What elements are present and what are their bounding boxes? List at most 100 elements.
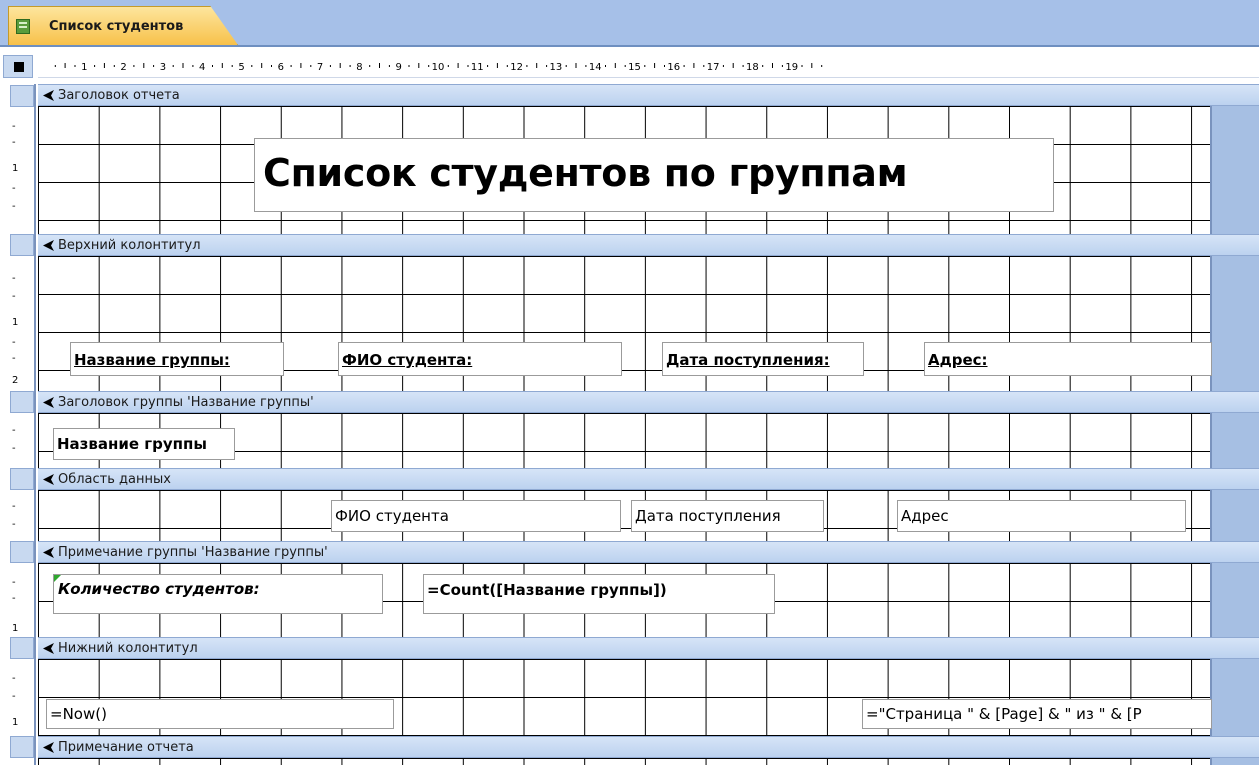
- group-name-field[interactable]: Название группы: [53, 428, 235, 460]
- select-report-button[interactable]: [3, 55, 33, 78]
- section-label: Заголовок группы 'Название группы': [58, 395, 314, 410]
- now-expression[interactable]: =Now(): [46, 699, 394, 729]
- ruler-tick: [772, 63, 773, 68]
- ruler-number: 16: [667, 62, 680, 73]
- vruler-mark: 1: [12, 317, 19, 328]
- vertical-ruler: - - 1 - - - - 1 - - 2 - - - - - - 1 - - …: [0, 84, 36, 765]
- ruler-number: 18: [746, 62, 759, 73]
- page-number-expression[interactable]: ="Страница " & [Page] & " из " & [Р: [862, 699, 1212, 729]
- section-selector-group-header[interactable]: [10, 391, 34, 413]
- vruler-mark: 2: [12, 375, 19, 386]
- ruler-tick: [379, 63, 380, 68]
- ruler-number: 1: [81, 62, 87, 73]
- ruler-tick: [113, 65, 115, 67]
- ruler-tick: [762, 65, 764, 67]
- ruler-tick: [821, 65, 823, 67]
- section-bar-detail[interactable]: Область данных: [38, 468, 1259, 490]
- ruler-tick: [506, 65, 508, 67]
- ruler-number: 7: [317, 62, 323, 73]
- document-tab-bar: Список студентов: [0, 0, 1259, 47]
- section-selector-detail[interactable]: [10, 468, 34, 490]
- section-arrow-icon: [43, 742, 54, 753]
- document-tab-label: Список студентов: [49, 19, 184, 34]
- section-selector-report-header[interactable]: [10, 85, 34, 107]
- ruler-tick: [300, 63, 302, 68]
- ruler-tick: [546, 65, 548, 67]
- ruler-tick: [349, 65, 351, 67]
- ruler-tick: [624, 65, 626, 67]
- select-report-icon: [14, 62, 24, 72]
- ruler-number: 8: [356, 62, 362, 73]
- ruler-tick: [732, 63, 734, 68]
- section-selector-page-footer[interactable]: [10, 637, 34, 659]
- ruler-tick: [614, 63, 616, 68]
- label-student-name[interactable]: ФИО студента:: [338, 342, 622, 376]
- ruler-tick: [693, 63, 695, 68]
- ruler-tick: [447, 65, 449, 67]
- ruler-number: 12: [510, 62, 523, 73]
- student-count-label[interactable]: Количество студентов:: [53, 574, 383, 614]
- student-name-field[interactable]: ФИО студента: [331, 500, 621, 532]
- ruler-tick: [271, 65, 272, 67]
- ruler-tick: [781, 65, 783, 67]
- ruler-tick: [811, 63, 813, 68]
- section-selector-group-footer[interactable]: [10, 541, 34, 563]
- label-address[interactable]: Адрес:: [924, 342, 1212, 376]
- ruler-tick: [526, 65, 528, 67]
- ruler-tick: [192, 65, 194, 67]
- section-bar-page-footer[interactable]: Нижний колонтитул: [38, 637, 1259, 659]
- ruler-row: 1 2 3 4 5 6 7 8 9 10 11 12 13 14 15 16 17 18 19: [0, 55, 1259, 78]
- section-label: Примечание отчета: [58, 740, 194, 755]
- ruler-tick: [664, 65, 665, 67]
- ruler-tick: [605, 65, 606, 67]
- section-selector-page-header[interactable]: [10, 234, 34, 256]
- report-title[interactable]: Список студентов по группам: [254, 138, 1054, 212]
- section-arrow-icon: [43, 547, 54, 558]
- label-group-name[interactable]: Название группы:: [70, 342, 284, 376]
- ruler-tick: [231, 65, 233, 67]
- section-selector-report-footer[interactable]: [10, 736, 34, 758]
- ruler-tick: [575, 63, 577, 68]
- section-bar-group-header[interactable]: Заголовок группы 'Название группы': [38, 391, 1259, 413]
- section-label: Область данных: [58, 472, 171, 487]
- ruler-number: 15: [628, 62, 641, 73]
- admission-date-field[interactable]: Дата поступления: [631, 500, 824, 532]
- ruler-number: 3: [160, 62, 166, 73]
- ruler-tick: [428, 65, 430, 67]
- ruler-tick: [742, 65, 744, 67]
- ruler-tick: [212, 65, 213, 67]
- section-arrow-icon: [43, 643, 54, 654]
- section-label: Нижний колонтитул: [58, 641, 198, 656]
- document-tab[interactable]: Список студентов: [8, 6, 238, 45]
- horizontal-ruler[interactable]: 1 2 3 4 5 6 7 8 9 10 11 12 13 14 15 16 17 18 19: [38, 55, 1259, 78]
- ruler-tick: [683, 65, 685, 67]
- ruler-tick: [329, 65, 331, 67]
- ruler-tick: [261, 63, 263, 68]
- ruler-tick: [94, 65, 96, 67]
- ruler-tick: [64, 63, 66, 68]
- ruler-number: 11: [471, 62, 484, 73]
- ruler-tick: [565, 65, 567, 67]
- vruler-mark: 1: [12, 163, 19, 174]
- address-field[interactable]: Адрес: [897, 500, 1186, 532]
- ruler-tick: [182, 63, 184, 68]
- ruler-number: 2: [120, 62, 126, 73]
- section-bar-report-footer[interactable]: Примечание отчета: [38, 736, 1259, 758]
- section-label: Заголовок отчета: [58, 88, 180, 103]
- ruler-number: 13: [550, 62, 563, 73]
- vruler-mark: 1: [12, 623, 19, 634]
- ruler-tick: [801, 65, 803, 67]
- ruler-tick: [74, 65, 76, 67]
- section-bar-group-footer[interactable]: Примечание группы 'Название группы': [38, 541, 1259, 563]
- ruler-tick: [496, 63, 498, 68]
- ruler-tick: [172, 65, 174, 67]
- section-bar-page-header[interactable]: Верхний колонтитул: [38, 234, 1259, 256]
- label-admission-date[interactable]: Дата поступления:: [662, 342, 864, 376]
- student-count-expression[interactable]: =Count([Название группы]): [423, 574, 775, 614]
- section-arrow-icon: [43, 90, 54, 101]
- ruler-tick: [153, 65, 155, 67]
- section-bar-report-header[interactable]: Заголовок отчета: [38, 84, 1259, 106]
- section-label: Верхний колонтитул: [58, 238, 201, 253]
- ruler-tick: [722, 65, 724, 67]
- ruler-tick: [54, 65, 56, 67]
